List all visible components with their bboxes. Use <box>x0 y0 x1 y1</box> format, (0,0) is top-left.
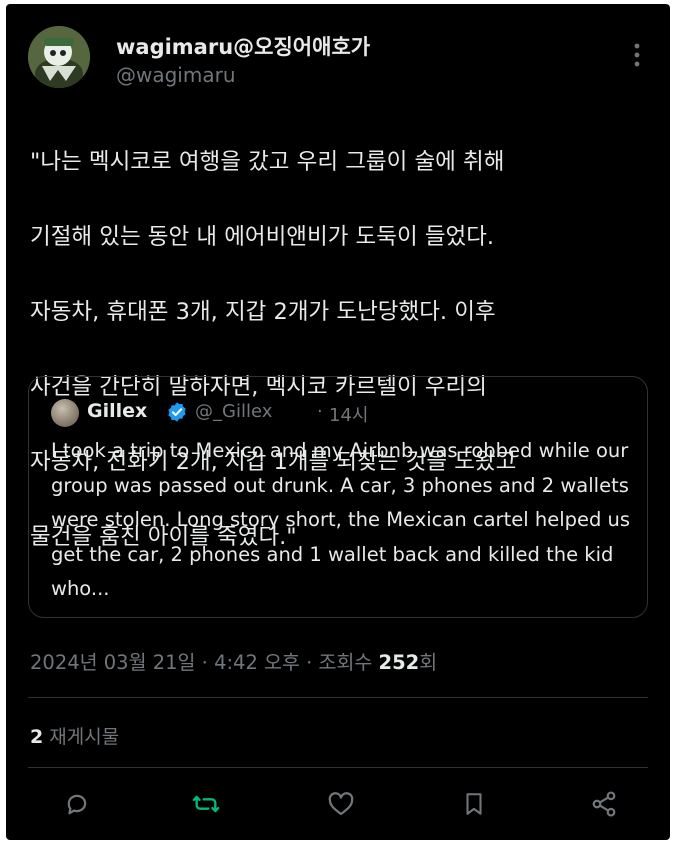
quoted-text: I took a trip to Mexico and my Airbnb wa… <box>51 439 631 600</box>
view-suffix: 회 <box>419 651 438 674</box>
separator-dot: · <box>317 401 323 422</box>
divider <box>28 697 648 698</box>
tweet-text-line: "나는 멕시코로 여행을 갔고 우리 그룹이 술에 취해 <box>30 148 505 175</box>
tweet-text-line: 자동차, 휴대폰 3개, 지갑 2개가 도난당했다. 이후 <box>30 298 496 325</box>
bookmark-icon[interactable] <box>457 787 491 821</box>
display-name[interactable]: wagimaru@오징어애호가 <box>116 31 370 61</box>
repost-label: 재게시물 <box>49 726 120 748</box>
reply-icon[interactable] <box>60 787 94 821</box>
quoted-timestamp: 14시 <box>329 405 369 426</box>
tweet-card: wagimaru@오징어애호가 @wagimaru "나는 멕시코로 여행을 갔… <box>6 4 670 840</box>
date-time: 2024년 03월 21일 · 4:42 오후 · 조회수 <box>30 651 379 674</box>
avatar[interactable] <box>28 26 90 88</box>
quoted-tweet[interactable]: Gillex @_Gillex · 14시 I took a trip to M… <box>28 376 648 618</box>
user-handle[interactable]: @wagimaru <box>116 63 236 87</box>
view-count: 252 <box>378 651 420 674</box>
repost-icon[interactable] <box>189 787 223 821</box>
quoted-avatar[interactable] <box>51 399 79 427</box>
repost-stats[interactable]: 2 재게시물 <box>30 722 119 749</box>
more-vertical-icon[interactable] <box>628 38 646 72</box>
heart-icon[interactable] <box>324 787 358 821</box>
quoted-handle: @_Gillex <box>195 401 273 422</box>
share-icon[interactable] <box>587 787 621 821</box>
tweet-text-line: 기절해 있는 동안 내 에어비앤비가 도둑이 들었다. <box>30 223 495 250</box>
quoted-display-name: Gillex <box>87 400 148 422</box>
divider <box>28 767 648 768</box>
verified-badge-icon <box>166 401 188 423</box>
repost-count: 2 <box>30 726 44 748</box>
tweet-timestamp[interactable]: 2024년 03월 21일 · 4:42 오후 · 조회수 252회 <box>30 646 437 675</box>
